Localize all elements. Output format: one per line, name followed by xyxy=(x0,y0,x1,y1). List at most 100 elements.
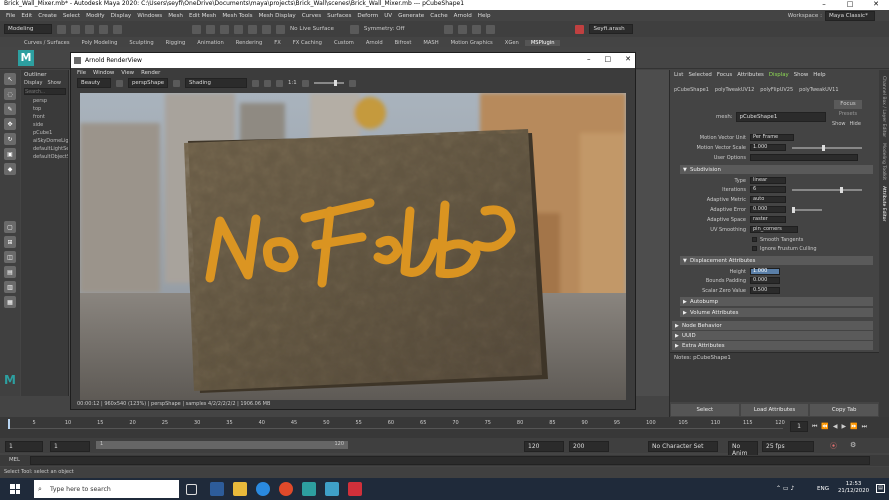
rotate-tool-icon[interactable]: ↻ xyxy=(4,133,16,145)
clock[interactable]: 12:53 21/12/2020 xyxy=(838,481,869,495)
snap-view-icon[interactable] xyxy=(276,24,285,34)
shelf-tab-arnold[interactable]: Arnold xyxy=(360,40,389,46)
section-displacement[interactable]: ▼ Displacement Attributes xyxy=(680,256,873,265)
shelf-tab-rendering[interactable]: Rendering xyxy=(230,40,269,46)
outliner-item[interactable]: aiSkyDomeLight1 xyxy=(21,137,68,145)
outliner-item[interactable]: top xyxy=(21,105,68,113)
gamma-icon[interactable] xyxy=(348,79,356,87)
outliner-item[interactable]: side xyxy=(21,121,68,129)
save-scene-icon[interactable] xyxy=(85,24,94,34)
mixer-taskbar-icon[interactable] xyxy=(325,482,339,496)
shelf-tab-mash[interactable]: MASH xyxy=(417,40,444,46)
new-scene-icon[interactable] xyxy=(57,24,66,34)
edge-icon[interactable] xyxy=(256,482,270,496)
time-slider[interactable]: 5 10 15 20 25 30 35 40 45 50 55 60 65 70 75 80 85 90 95 100… xyxy=(0,417,889,438)
smooth-tangents-checkbox[interactable] xyxy=(752,237,757,242)
outliner-item[interactable]: defaultLightSet xyxy=(21,145,68,153)
aov-dropdown[interactable]: Beauty xyxy=(77,78,111,88)
outliner-item[interactable]: pCube1 xyxy=(21,129,68,137)
renderview-minimize-icon[interactable]: – xyxy=(587,55,591,63)
render-image[interactable] xyxy=(80,93,626,400)
playback-end-field[interactable]: 120 xyxy=(524,441,564,452)
load-attributes-button[interactable]: Load Attributes xyxy=(740,404,809,416)
snap-point-icon[interactable] xyxy=(262,24,271,34)
attr-menu-selected[interactable]: Selected xyxy=(688,72,711,78)
mode-dropdown[interactable]: Modeling xyxy=(4,24,52,34)
bounds-padding-field[interactable]: 0.000 xyxy=(750,277,780,284)
play-forward-icon[interactable]: ▶ xyxy=(842,423,847,430)
presets-button[interactable]: Presets xyxy=(834,111,862,117)
section-autobump[interactable]: ▶ Autobump xyxy=(680,297,873,306)
scalar-zero-field[interactable]: 0.500 xyxy=(750,287,780,294)
notifications-icon[interactable]: ▤ xyxy=(876,484,885,493)
mesh-name-field[interactable]: pCubeShape1 xyxy=(735,112,826,122)
section-subdivision[interactable]: ▼ Subdivision xyxy=(680,165,873,174)
section-node-behavior[interactable]: ▶ Node Behavior xyxy=(672,321,873,330)
move-tool-icon[interactable]: ✥ xyxy=(4,118,16,130)
shelf-tab-fx[interactable]: FX xyxy=(268,40,287,46)
shelf-tab-fx-caching[interactable]: FX Caching xyxy=(287,40,328,46)
input-language[interactable]: ENG xyxy=(817,486,829,492)
bridge-taskbar-icon[interactable] xyxy=(348,482,362,496)
channel-g-icon[interactable] xyxy=(264,79,271,87)
hypershade-icon[interactable] xyxy=(486,24,496,34)
taskbar-app-icon-store[interactable] xyxy=(210,482,224,496)
user-account-dropdown[interactable]: Seyfi.arash xyxy=(589,24,634,34)
adaptive-error-slider[interactable] xyxy=(792,206,822,213)
menu-select[interactable]: Select xyxy=(63,13,80,19)
renderview-menu-file[interactable]: File xyxy=(77,70,86,76)
exposure-slider[interactable] xyxy=(313,80,344,86)
snap-grid-icon[interactable] xyxy=(234,24,243,34)
menu-edit[interactable]: Edit xyxy=(21,13,32,19)
maya-taskbar-icon[interactable] xyxy=(302,482,316,496)
shelf-tab-curves-surfaces[interactable]: Curves / Surfaces xyxy=(18,40,76,46)
ipr-render-icon[interactable] xyxy=(458,24,468,34)
snap-curve-icon[interactable] xyxy=(248,24,257,34)
user-avatar-icon[interactable] xyxy=(575,24,585,34)
live-surface-label[interactable]: No Live Surface xyxy=(290,26,334,32)
subdiv-type-dropdown[interactable]: linear xyxy=(750,177,786,184)
tab-polytweakuv12[interactable]: polyTweakUV12 xyxy=(715,87,754,93)
outliner-menu-show[interactable]: Show xyxy=(47,80,61,86)
select-button[interactable]: Select xyxy=(671,404,739,416)
last-tool-icon[interactable]: ◆ xyxy=(4,163,16,175)
crop-icon[interactable] xyxy=(173,79,180,87)
graph-layout-icon[interactable]: ▥ xyxy=(4,281,16,293)
four-pane-layout-icon[interactable]: ⊞ xyxy=(4,236,16,248)
notes-area[interactable]: Notes: pCubeShape1 xyxy=(670,352,879,402)
open-scene-icon[interactable] xyxy=(71,24,80,34)
range-slider[interactable]: 1 120 xyxy=(96,441,348,449)
shelf-tab-motion-graphics[interactable]: Motion Graphics xyxy=(445,40,499,46)
menu-generate[interactable]: Generate xyxy=(398,13,424,19)
zoom-ratio[interactable]: 1:1 xyxy=(288,80,297,86)
menu-windows[interactable]: Windows xyxy=(137,13,162,19)
task-view-icon[interactable] xyxy=(186,484,197,495)
go-end-icon[interactable]: ⏭ xyxy=(862,423,867,431)
attr-menu-attributes[interactable]: Attributes xyxy=(737,72,764,78)
anim-prefs-icon[interactable]: ⚙ xyxy=(850,441,856,449)
system-tray-icons[interactable]: ⌃ ▭ ♪ xyxy=(776,485,794,492)
renderview-menu-window[interactable]: Window xyxy=(93,70,114,76)
side-tab-attribute-editor[interactable]: Attribute Editor xyxy=(881,186,886,221)
section-uuid[interactable]: ▶ UUID xyxy=(672,331,873,340)
exposure-icon[interactable] xyxy=(301,79,309,87)
focus-button[interactable]: Focus xyxy=(834,100,862,109)
outliner-item[interactable]: front xyxy=(21,113,68,121)
shelf-tab-poly-modeling[interactable]: Poly Modeling xyxy=(76,40,124,46)
select-tool-icon[interactable]: ↖ xyxy=(4,73,16,85)
height-field[interactable]: 1.000 xyxy=(750,268,780,275)
ignore-frustum-checkbox[interactable] xyxy=(752,246,757,251)
outliner-layout-icon[interactable]: ▤ xyxy=(4,266,16,278)
shelf-tab-msplugin[interactable]: MSPlugin xyxy=(524,39,561,46)
single-pane-layout-icon[interactable]: ▢ xyxy=(4,221,16,233)
play-back-icon[interactable]: ◀ xyxy=(833,423,838,430)
render-start-icon[interactable] xyxy=(116,79,123,87)
menu-edit-mesh[interactable]: Edit Mesh xyxy=(189,13,216,19)
menu-cache[interactable]: Cache xyxy=(430,13,447,19)
attr-menu-help[interactable]: Help xyxy=(813,72,825,78)
copy-tab-button[interactable]: Copy Tab xyxy=(810,404,879,416)
user-options-field[interactable] xyxy=(750,154,858,161)
menu-arnold[interactable]: Arnold xyxy=(454,13,472,19)
chrome-icon[interactable] xyxy=(279,482,293,496)
menu-surfaces[interactable]: Surfaces xyxy=(327,13,351,19)
